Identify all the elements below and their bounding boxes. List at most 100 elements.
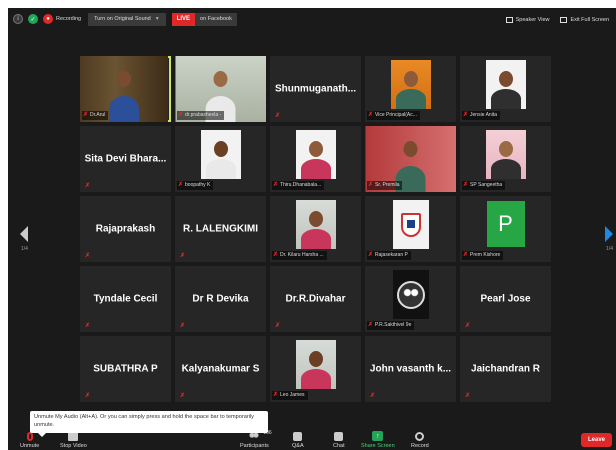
person-head: [403, 70, 418, 87]
person-head: [213, 140, 228, 157]
participant-tile[interactable]: ✗ dr.prabasheela -: [175, 56, 266, 122]
participant-name: P.R.Sakthivel 9e: [375, 322, 412, 328]
qa-icon: [293, 432, 303, 441]
participant-name: Sr. Premila: [375, 182, 400, 188]
participant-name-label: ✗ Rajasekaran P: [367, 251, 411, 260]
stop-video-label: Stop Video: [60, 443, 87, 449]
participant-tile[interactable]: Dr R Devika ✗: [175, 266, 266, 332]
grid-icon: [505, 16, 513, 23]
participant-name: Jaichandran R: [471, 363, 540, 375]
speaker-view-button[interactable]: Speaker View: [503, 13, 553, 26]
stop-video-button[interactable]: Stop Video: [60, 432, 87, 449]
participant-tile[interactable]: Kalyanakumar S ✗: [175, 336, 266, 402]
avatar: P: [486, 201, 525, 247]
college-logo: [392, 200, 429, 249]
participant-name: Dr R Devika: [192, 293, 249, 305]
participant-name: Jensie Anita: [470, 112, 497, 118]
muted-mic-icon: ✗: [465, 323, 471, 329]
top-bar: i ✓ ● Recording Turn on Original Sound ▼ …: [8, 8, 616, 30]
participant-name: Pearl Jose: [480, 293, 531, 305]
person-body: [205, 159, 236, 179]
next-page-arrow-icon[interactable]: [605, 226, 613, 242]
gallery-grid: ✗ Dr.Arul ✗ dr.prabasheela - Shunmuganath...…: [80, 56, 556, 402]
participant-name: Rajaprakash: [95, 223, 156, 235]
participant-name: John vasanth k...: [369, 363, 452, 375]
participant-name-label: ✗ dr.prabasheela -: [177, 111, 225, 120]
muted-mic-icon: ✗: [85, 183, 91, 189]
shield-icon[interactable]: ✓: [28, 14, 38, 24]
participant-tile[interactable]: ✗ boopathy K: [175, 126, 266, 192]
participant-tile[interactable]: Shunmuganath... ✗: [270, 56, 361, 122]
participant-tile[interactable]: ✗ Dr. Kilaru Harsha ...: [270, 196, 361, 262]
participant-tile[interactable]: ✗ Rajasekaran P: [365, 196, 456, 262]
previous-page-arrow-icon[interactable]: [20, 226, 28, 242]
muted-mic-icon: ✗: [463, 112, 469, 118]
participant-tile[interactable]: ✗ Leo James: [270, 336, 361, 402]
muted-mic-icon: ✗: [85, 253, 91, 259]
muted-mic-icon: ✗: [463, 252, 469, 258]
chevron-down-icon[interactable]: ▼: [155, 16, 160, 22]
muted-mic-icon: ✗: [180, 393, 186, 399]
participant-tile[interactable]: ✗ P.R.Sakthivel 9e: [365, 266, 456, 332]
camera-icon: [68, 432, 79, 441]
unmute-label: Unmute: [20, 443, 40, 449]
muted-mic-icon: ✗: [83, 112, 89, 118]
record-button[interactable]: Record: [411, 432, 429, 449]
recording-label: Recording: [56, 16, 82, 22]
original-sound-button[interactable]: Turn on Original Sound ▼: [88, 12, 166, 26]
person-head: [498, 140, 513, 157]
leave-button[interactable]: Leave: [580, 433, 612, 447]
unmute-button[interactable]: Unmute: [20, 432, 39, 449]
record-label: Record: [411, 443, 429, 449]
participants-button[interactable]: 106 Participants: [240, 430, 272, 449]
info-icon[interactable]: i: [13, 14, 23, 24]
participant-tile[interactable]: P ✗ Prem Kishore: [460, 196, 551, 262]
participants-icon: 106: [249, 430, 272, 441]
qa-button[interactable]: Q&A: [292, 432, 304, 449]
participant-video: [390, 60, 431, 109]
person-body: [300, 229, 331, 249]
participant-tile[interactable]: ✗ Jensie Anita: [460, 56, 551, 122]
qa-label: Q&A: [292, 443, 304, 449]
participant-video: [485, 130, 526, 179]
live-badge[interactable]: LIVE: [171, 12, 196, 26]
participant-tile[interactable]: SUBATHRA P ✗: [80, 336, 171, 402]
exit-fullscreen-button[interactable]: Exit Full Screen: [557, 13, 612, 26]
participant-name-label: ✗ boopathy K: [177, 181, 214, 190]
participant-tile[interactable]: ✗ Sr. Premila: [365, 126, 456, 192]
participant-video: [295, 340, 336, 389]
participant-name: SP Sangeetha: [470, 182, 503, 188]
participant-tile[interactable]: Rajaprakash ✗: [80, 196, 171, 262]
participant-tile[interactable]: Tyndale Cecil ✗: [80, 266, 171, 332]
live-target[interactable]: on Facebook: [195, 12, 237, 26]
participant-name-label: ✗ Thiru.Dhanabala...: [272, 181, 325, 190]
participant-tile[interactable]: Sita Devi Bhara... ✗: [80, 126, 171, 192]
participant-tile[interactable]: ✗ Vice Principal(Ac...: [365, 56, 456, 122]
shield-logo-icon: [400, 212, 421, 237]
chat-button[interactable]: Chat: [333, 432, 345, 449]
participant-tile[interactable]: R. LALENGKIMI ✗: [175, 196, 266, 262]
muted-mic-icon: ✗: [368, 182, 374, 188]
person-head: [403, 140, 418, 157]
page-indicator-left: 1/4: [21, 246, 28, 252]
muted-mic-icon: ✗: [275, 113, 281, 119]
person-head: [308, 210, 323, 227]
muted-mic-icon: ✗: [273, 392, 279, 398]
participant-tile[interactable]: ✗ Thiru.Dhanabala...: [270, 126, 361, 192]
muted-mic-icon: [26, 432, 33, 441]
record-icon: [415, 432, 425, 441]
participant-video: [295, 130, 336, 179]
participant-name-label: ✗ Sr. Premila: [367, 181, 403, 190]
participant-tile[interactable]: ✗ Dr.Arul: [80, 56, 171, 122]
share-screen-button[interactable]: ↑ Share Screen: [361, 431, 395, 449]
participant-tile[interactable]: John vasanth k... ✗: [365, 336, 456, 402]
participant-name-label: ✗ Vice Principal(Ac...: [367, 111, 420, 120]
participant-tile[interactable]: ✗ SP Sangeetha: [460, 126, 551, 192]
participant-tile[interactable]: Dr.R.Divahar ✗: [270, 266, 361, 332]
participant-video: [295, 200, 336, 249]
participant-tile[interactable]: Jaichandran R ✗: [460, 336, 551, 402]
participant-tile[interactable]: Pearl Jose ✗: [460, 266, 551, 332]
person-head: [213, 70, 228, 87]
participant-name: Thiru.Dhanabala...: [280, 182, 322, 188]
muted-mic-icon: ✗: [85, 393, 91, 399]
